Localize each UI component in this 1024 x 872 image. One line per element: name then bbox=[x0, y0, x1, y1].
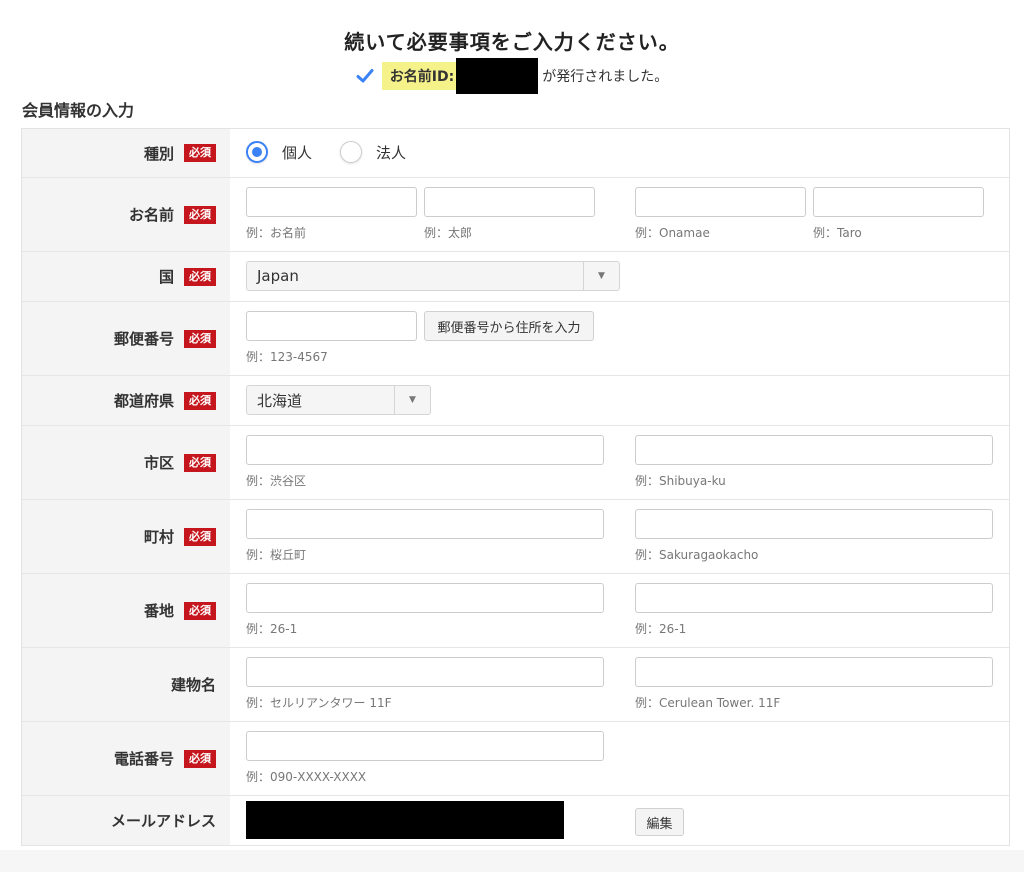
first-name-hint: 例：太郎 bbox=[424, 226, 473, 240]
country-label: 国 bbox=[158, 268, 174, 286]
city-label: 市区 bbox=[143, 454, 174, 472]
building-roman-hint: 例：Cerulean Tower. 11F bbox=[635, 696, 781, 710]
required-badge: 必須 bbox=[184, 527, 216, 546]
city-hint: 例：渋谷区 bbox=[246, 474, 307, 488]
radio-individual[interactable]: 個人 bbox=[246, 141, 312, 163]
check-icon bbox=[356, 69, 374, 83]
last-name-roman-hint: 例：Onamae bbox=[635, 226, 710, 240]
block-hint: 例：26-1 bbox=[246, 622, 298, 636]
page-title: 続いて必要事項をご入力ください。 bbox=[344, 30, 680, 54]
last-name-hint: 例：お名前 bbox=[246, 226, 307, 240]
town-input[interactable] bbox=[246, 509, 604, 539]
radio-individual-label: 個人 bbox=[282, 143, 313, 162]
radio-corporate[interactable]: 法人 bbox=[340, 141, 406, 163]
row-type: 種別 必須 個人 法人 bbox=[22, 129, 1009, 178]
building-hint: 例：セルリアンタワー 11F bbox=[246, 696, 392, 710]
row-name: お名前 必須 例：お名前 例：太郎 例：Onamae 例：Taro bbox=[22, 178, 1009, 252]
type-label: 種別 bbox=[143, 144, 174, 163]
required-badge: 必須 bbox=[184, 267, 216, 286]
postal-code-input[interactable] bbox=[246, 311, 417, 341]
building-label: 建物名 bbox=[170, 676, 216, 694]
first-name-roman-hint: 例：Taro bbox=[813, 226, 862, 240]
row-building: 建物名 例：セルリアンタワー 11F 例：Cerulean Tower. 11F bbox=[22, 648, 1009, 722]
required-badge: 必須 bbox=[184, 205, 216, 224]
row-country: 国 必須 Japan ▼ bbox=[22, 252, 1009, 302]
row-city: 市区 必須 例：渋谷区 例：Shibuya-ku bbox=[22, 426, 1009, 500]
radio-corporate-circle[interactable] bbox=[340, 141, 362, 163]
name-label: お名前 bbox=[128, 206, 174, 224]
first-name-roman-input[interactable] bbox=[813, 187, 984, 217]
block-roman-hint: 例：26-1 bbox=[635, 622, 687, 636]
phone-input[interactable] bbox=[246, 731, 604, 761]
footer-band bbox=[0, 850, 1024, 872]
block-roman-input[interactable] bbox=[635, 583, 993, 613]
row-prefecture: 都道府県 必須 北海道 ▼ bbox=[22, 376, 1009, 426]
required-badge: 必須 bbox=[184, 601, 216, 620]
city-roman-hint: 例：Shibuya-ku bbox=[635, 474, 726, 488]
country-select-value: Japan bbox=[257, 267, 299, 285]
building-roman-input[interactable] bbox=[635, 657, 993, 687]
member-id-notice: お名前ID: が発行されました。 bbox=[0, 58, 1024, 94]
building-input[interactable] bbox=[246, 657, 604, 687]
phone-label: 電話番号 bbox=[113, 750, 174, 768]
required-badge: 必須 bbox=[184, 391, 216, 410]
town-label: 町村 bbox=[143, 528, 174, 546]
town-roman-input[interactable] bbox=[635, 509, 993, 539]
email-label: メールアドレス bbox=[110, 812, 216, 830]
city-input[interactable] bbox=[246, 435, 604, 465]
postal-label: 郵便番号 bbox=[113, 330, 174, 348]
city-roman-input[interactable] bbox=[635, 435, 993, 465]
last-name-roman-input[interactable] bbox=[635, 187, 806, 217]
required-badge: 必須 bbox=[184, 329, 216, 348]
prefecture-select[interactable]: 北海道 ▼ bbox=[246, 385, 431, 415]
prefecture-label: 都道府県 bbox=[113, 392, 174, 410]
required-badge: 必須 bbox=[184, 144, 216, 162]
radio-corporate-label: 法人 bbox=[376, 143, 407, 162]
block-input[interactable] bbox=[246, 583, 604, 613]
postal-code-hint: 例：123-4567 bbox=[246, 350, 328, 364]
phone-hint: 例：090-XXXX-XXXX bbox=[246, 770, 367, 784]
chevron-down-icon: ▼ bbox=[394, 386, 430, 414]
radio-individual-circle[interactable] bbox=[246, 141, 268, 163]
country-select[interactable]: Japan ▼ bbox=[246, 261, 620, 291]
row-email: メールアドレス 編集 bbox=[22, 796, 1009, 846]
first-name-input[interactable] bbox=[424, 187, 595, 217]
member-id-label: お名前ID: bbox=[381, 62, 457, 90]
member-id-redacted bbox=[456, 58, 539, 94]
row-town: 町村 必須 例：桜丘町 例：Sakuragaokacho bbox=[22, 500, 1009, 574]
required-badge: 必須 bbox=[184, 453, 216, 472]
chevron-down-icon: ▼ bbox=[583, 262, 619, 290]
email-redacted bbox=[246, 801, 564, 839]
postal-lookup-button[interactable]: 郵便番号から住所を入力 bbox=[424, 311, 594, 341]
prefecture-select-value: 北海道 bbox=[257, 391, 303, 410]
block-label: 番地 bbox=[143, 602, 174, 620]
email-edit-button[interactable]: 編集 bbox=[635, 808, 684, 836]
member-form: 種別 必須 個人 法人 お名前 必須 例：お名前 例：太郎 例：Onamae 例… bbox=[21, 128, 1010, 846]
row-postal: 郵便番号 必須 郵便番号から住所を入力 例：123-4567 bbox=[22, 302, 1009, 376]
row-phone: 電話番号 必須 例：090-XXXX-XXXX bbox=[22, 722, 1009, 796]
section-title: 会員情報の入力 bbox=[22, 101, 135, 120]
last-name-input[interactable] bbox=[246, 187, 417, 217]
town-roman-hint: 例：Sakuragaokacho bbox=[635, 548, 759, 562]
required-badge: 必須 bbox=[184, 749, 216, 768]
town-hint: 例：桜丘町 bbox=[246, 548, 307, 562]
member-id-suffix: が発行されました。 bbox=[542, 69, 669, 85]
row-block: 番地 必須 例：26-1 例：26-1 bbox=[22, 574, 1009, 648]
